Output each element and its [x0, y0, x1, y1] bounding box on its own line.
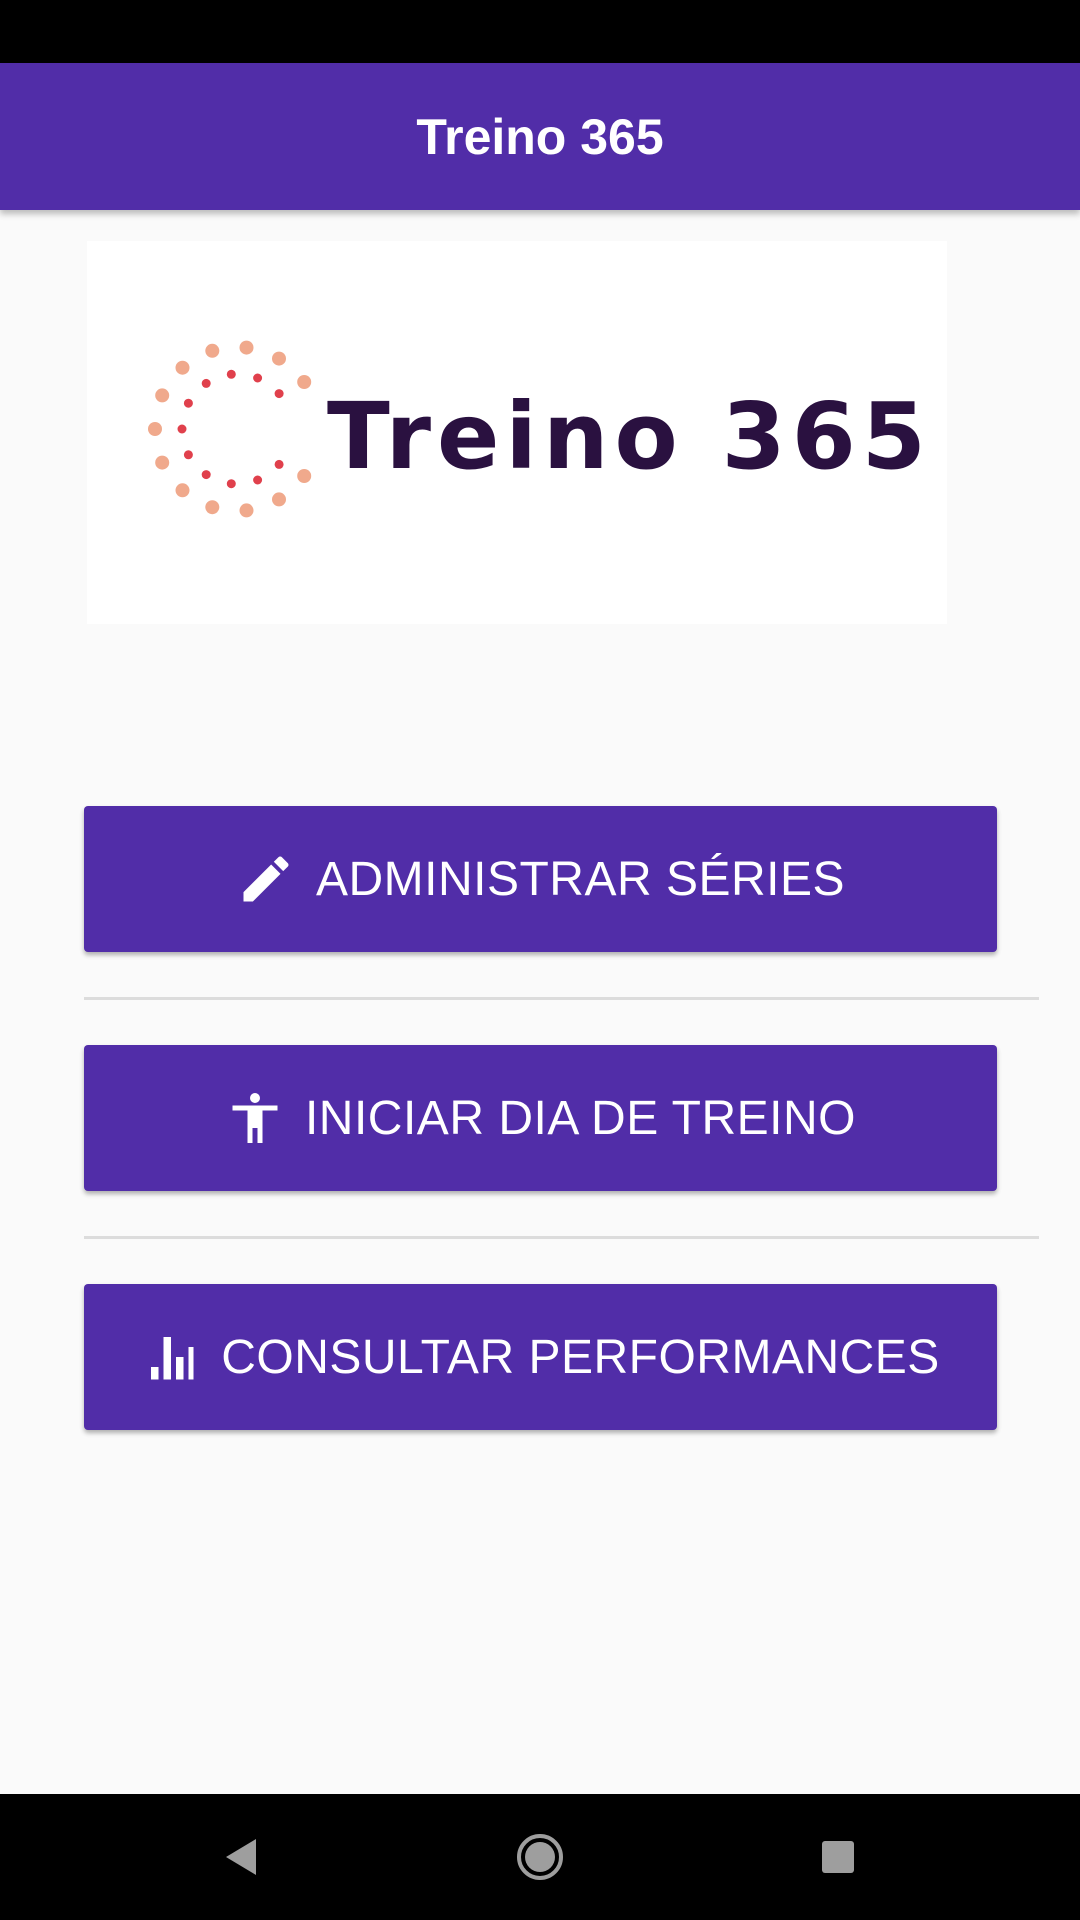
administrar-series-button[interactable]: ADMINISTRAR SÉRIES [84, 806, 997, 952]
app-logo: Treino 365 [87, 241, 947, 624]
administrar-series-label: ADMINISTRAR SÉRIES [315, 852, 846, 906]
logo-dot [175, 483, 190, 498]
logo-dot [177, 424, 187, 434]
logo-dot [226, 479, 236, 489]
logo-dot [253, 373, 263, 383]
app-bar: Treino 365 [0, 63, 1080, 210]
logo-dot [274, 459, 284, 469]
logo-dot [205, 343, 220, 358]
logo-dot [183, 450, 193, 460]
logo-dot [272, 492, 286, 507]
logo-dot [205, 500, 220, 515]
consultar-performances-button[interactable]: CONSULTAR PERFORMANCES [84, 1284, 997, 1430]
logo-dot [272, 351, 286, 366]
iniciar-dia-de-treino-button[interactable]: INICIAR DIA DE TREINO [84, 1045, 997, 1191]
logo-dot [155, 388, 170, 403]
logo-dot [201, 470, 211, 480]
logo-dot [155, 455, 170, 470]
status-bar [0, 0, 1080, 63]
logo-text: Treino 365 [327, 383, 932, 490]
logo-dot [274, 389, 284, 399]
logo-dot [297, 375, 312, 389]
logo-dot [297, 469, 312, 483]
logo-dot [183, 398, 193, 408]
navigation-bar [0, 1794, 1080, 1920]
logo-dot [201, 378, 211, 388]
logo-dot [239, 503, 254, 518]
logo-dot [175, 360, 190, 375]
accessibility-icon [225, 1088, 285, 1148]
consultar-performances-label: CONSULTAR PERFORMANCES [221, 1330, 940, 1384]
iniciar-dia-de-treino-label: INICIAR DIA DE TREINO [304, 1091, 857, 1145]
bar-chart-icon [141, 1327, 201, 1387]
logo-dot [253, 475, 263, 485]
logo-dot [226, 369, 236, 379]
back-triangle-icon[interactable] [205, 1822, 275, 1892]
home-circle-icon[interactable] [505, 1822, 575, 1892]
logo-dot [148, 422, 162, 436]
recents-square-icon[interactable] [803, 1822, 873, 1892]
divider [84, 1236, 1039, 1239]
logo-dot [239, 340, 254, 355]
pencil-icon [236, 849, 296, 909]
app-title: Treino 365 [416, 108, 664, 165]
divider [84, 997, 1039, 1000]
